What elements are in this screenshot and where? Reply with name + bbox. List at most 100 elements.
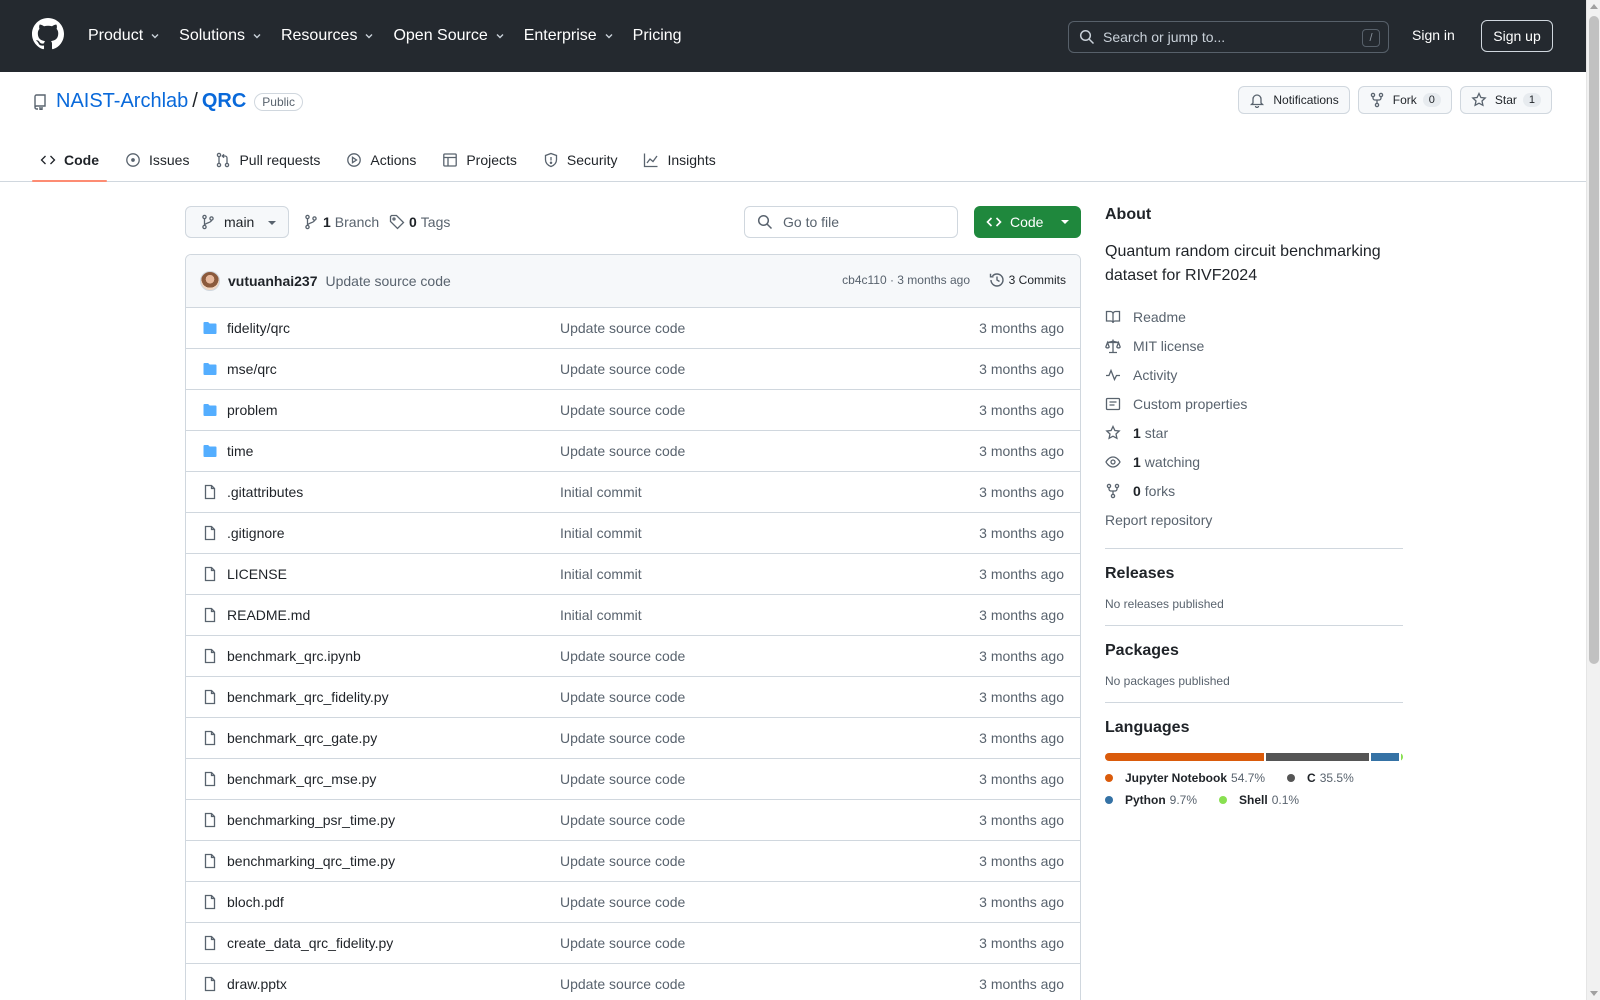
file-name-link[interactable]: benchmark_qrc_fidelity.py — [227, 689, 389, 705]
search-input[interactable]: Search or jump to... / — [1068, 21, 1389, 53]
code-dropdown-button[interactable]: Code — [974, 206, 1081, 238]
language-item[interactable]: Python 9.7% — [1105, 793, 1197, 807]
file-commit-message-link[interactable]: Update source code — [560, 771, 685, 787]
tab-insights[interactable]: Insights — [635, 138, 723, 182]
star-button[interactable]: Star 1 — [1459, 86, 1552, 114]
commit-author-link[interactable]: vutuanhai237 — [228, 273, 317, 289]
commits-link[interactable]: 3 Commits — [989, 272, 1066, 288]
file-commit-date: 3 months ago — [979, 812, 1064, 828]
file-commit-date: 3 months ago — [979, 361, 1064, 377]
tab-actions[interactable]: Actions — [338, 138, 424, 182]
about-item-custom-properties[interactable]: Custom properties — [1105, 389, 1403, 418]
file-name-link[interactable]: create_data_qrc_fidelity.py — [227, 935, 393, 951]
file-commit-message-link[interactable]: Update source code — [560, 320, 685, 336]
about-item-activity[interactable]: Activity — [1105, 360, 1403, 389]
nav-solutions[interactable]: Solutions — [179, 27, 263, 45]
file-commit-message-link[interactable]: Update source code — [560, 648, 685, 664]
file-name-link[interactable]: benchmarking_psr_time.py — [227, 812, 395, 828]
branches-link[interactable]: 1 Branch — [303, 206, 379, 238]
page-scrollbar[interactable] — [1586, 0, 1600, 1000]
scrollbar-thumb[interactable] — [1589, 16, 1599, 664]
tab-code[interactable]: Code — [32, 138, 107, 182]
nav-open-source[interactable]: Open Source — [393, 27, 505, 45]
tab-pull-requests[interactable]: Pull requests — [207, 138, 328, 182]
file-name-link[interactable]: LICENSE — [227, 566, 287, 582]
play-icon — [347, 153, 362, 167]
about-item-watching[interactable]: 1 watching — [1105, 447, 1403, 476]
about-item-readme[interactable]: Readme — [1105, 302, 1403, 331]
releases-heading[interactable]: Releases — [1105, 565, 1403, 583]
file-commit-message-link[interactable]: Update source code — [560, 361, 685, 377]
file-commit-message-link[interactable]: Update source code — [560, 976, 685, 992]
language-percent: 35.5% — [1319, 771, 1354, 785]
tab-security[interactable]: Security — [535, 138, 626, 182]
nav-enterprise[interactable]: Enterprise — [524, 27, 615, 45]
scroll-down-arrow[interactable] — [1590, 991, 1598, 996]
go-to-file-input[interactable]: Go to file — [744, 206, 958, 238]
sign-up-button[interactable]: Sign up — [1481, 20, 1553, 52]
file-commit-message-link[interactable]: Initial commit — [560, 484, 642, 500]
file-name-link[interactable]: README.md — [227, 607, 310, 623]
file-commit-message-link[interactable]: Initial commit — [560, 525, 642, 541]
commit-hash-time[interactable]: cb4c110 · 3 months ago — [842, 273, 970, 287]
tab-projects[interactable]: Projects — [434, 138, 525, 182]
search-shortcut-key: / — [1362, 29, 1380, 47]
latest-commit-bar: vutuanhai237 Update source code cb4c110 … — [186, 255, 1080, 308]
global-header: Product Solutions Resources Open Source Ente… — [0, 0, 1586, 72]
github-logo-icon[interactable] — [32, 18, 64, 50]
sign-in-link[interactable]: Sign in — [1412, 27, 1455, 43]
file-name-link[interactable]: benchmark_qrc_gate.py — [227, 730, 377, 746]
language-item[interactable]: Jupyter Notebook 54.7% — [1105, 771, 1265, 785]
file-name-link[interactable]: time — [227, 443, 253, 459]
file-commit-message-link[interactable]: Update source code — [560, 402, 685, 418]
branch-select-button[interactable]: main — [185, 206, 289, 238]
repo-owner-link[interactable]: NAIST-Archlab — [56, 90, 188, 113]
file-commit-message-link[interactable]: Update source code — [560, 812, 685, 828]
file-commit-message-link[interactable]: Update source code — [560, 853, 685, 869]
commits-count-label: 3 Commits — [1008, 273, 1066, 287]
repo-name-link[interactable]: QRC — [202, 90, 246, 113]
file-commit-message-link[interactable]: Initial commit — [560, 566, 642, 582]
file-commit-message-link[interactable]: Update source code — [560, 894, 685, 910]
file-name-link[interactable]: problem — [227, 402, 278, 418]
table-row: benchmarking_psr_time.py Update source co… — [186, 800, 1080, 841]
language-item[interactable]: C 35.5% — [1287, 771, 1354, 785]
file-commit-message-link[interactable]: Update source code — [560, 443, 685, 459]
language-item[interactable]: Shell 0.1% — [1219, 793, 1299, 807]
report-repository-link[interactable]: Report repository — [1105, 505, 1403, 534]
file-commit-message-link[interactable]: Update source code — [560, 730, 685, 746]
about-item-mit-license[interactable]: MIT license — [1105, 331, 1403, 360]
about-item-label: star — [1144, 424, 1169, 441]
nav-pricing[interactable]: Pricing — [633, 27, 682, 45]
file-icon — [204, 976, 216, 992]
fork-button[interactable]: Fork 0 — [1357, 86, 1452, 114]
nav-resources[interactable]: Resources — [281, 27, 375, 45]
scroll-up-arrow[interactable] — [1590, 4, 1598, 9]
file-commit-date: 3 months ago — [979, 648, 1064, 664]
file-name-link[interactable]: mse/qrc — [227, 361, 277, 377]
file-commit-message-link[interactable]: Update source code — [560, 689, 685, 705]
tags-link[interactable]: 0 Tags — [389, 206, 450, 238]
commit-message-link[interactable]: Update source code — [325, 273, 450, 289]
packages-heading[interactable]: Packages — [1105, 642, 1403, 660]
file-commit-message-link[interactable]: Update source code — [560, 935, 685, 951]
divider — [1105, 625, 1403, 626]
file-name-link[interactable]: benchmark_qrc.ipynb — [227, 648, 361, 664]
file-commit-date: 3 months ago — [979, 894, 1064, 910]
file-name-link[interactable]: .gitignore — [227, 525, 285, 541]
avatar[interactable] — [200, 271, 220, 291]
notifications-button[interactable]: Notifications — [1238, 86, 1350, 114]
file-icon — [204, 607, 216, 623]
about-item-forks[interactable]: 0 forks — [1105, 476, 1403, 505]
file-name-link[interactable]: fidelity/qrc — [227, 320, 290, 336]
file-name-link[interactable]: bloch.pdf — [227, 894, 284, 910]
branch-label: Branch — [334, 214, 380, 230]
file-name-link[interactable]: benchmarking_qrc_time.py — [227, 853, 395, 869]
file-name-link[interactable]: benchmark_qrc_mse.py — [227, 771, 376, 787]
about-item-star[interactable]: 1 star — [1105, 418, 1403, 447]
file-name-link[interactable]: draw.pptx — [227, 976, 287, 992]
nav-product[interactable]: Product — [88, 27, 161, 45]
file-commit-message-link[interactable]: Initial commit — [560, 607, 642, 623]
file-name-link[interactable]: .gitattributes — [227, 484, 303, 500]
tab-issues[interactable]: Issues — [117, 138, 197, 182]
